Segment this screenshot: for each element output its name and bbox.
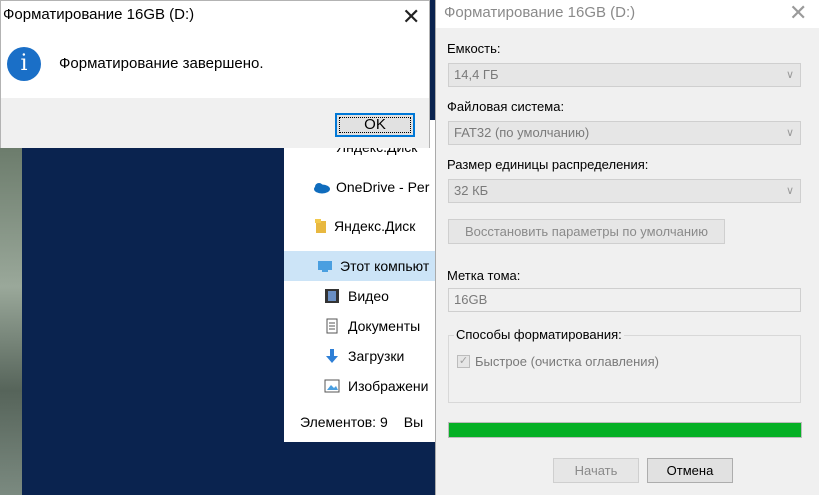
format-complete-dialog: Форматирование 16GB (D:) ✕ i Форматирова… — [0, 0, 430, 148]
pictures-icon — [324, 378, 342, 394]
nav-item-onedrive[interactable]: OneDrive - Per — [284, 172, 436, 202]
capacity-value: 14,4 ГБ — [454, 67, 499, 82]
chevron-down-icon: ∨ — [785, 185, 794, 197]
nav-item-label: Документы — [348, 318, 421, 334]
nav-item-label: Изображени — [348, 378, 429, 394]
file-system-label: Файловая система: — [447, 99, 565, 114]
format-dialog: Форматирование 16GB (D:) ✕ Емкость: 14,4… — [435, 0, 819, 495]
close-icon[interactable]: ✕ — [789, 2, 807, 24]
format-dialog-title: Форматирование 16GB (D:) — [444, 4, 636, 21]
allocation-size-value: 32 КБ — [454, 183, 489, 198]
onedrive-icon — [312, 179, 330, 195]
capacity-select[interactable]: 14,4 ГБ ∨ — [448, 63, 801, 87]
nav-item-pictures[interactable]: Изображени — [284, 371, 436, 401]
volume-label-label: Метка тома: — [447, 268, 521, 283]
video-icon — [324, 288, 342, 304]
this-pc-icon — [316, 258, 334, 274]
cancel-button[interactable]: Отмена — [647, 458, 733, 483]
chevron-down-icon: ∨ — [785, 69, 794, 81]
dialog-message: Форматирование завершено. — [59, 55, 264, 72]
volume-label-field[interactable]: 16GB — [448, 288, 801, 312]
nav-item-this-pc[interactable]: Этот компьют — [284, 251, 436, 281]
file-system-value: FAT32 (по умолчанию) — [454, 125, 590, 140]
nav-item-yandex-disk[interactable]: Яндекс.Диск — [284, 211, 436, 241]
nav-item-label: OneDrive - Per — [336, 179, 430, 195]
nav-item-documents[interactable]: Документы — [284, 311, 436, 341]
explorer-status-bar: Элементов: 9 Вы — [284, 402, 436, 442]
nav-item-label: Этот компьют — [340, 258, 430, 274]
documents-icon — [324, 318, 342, 334]
info-icon: i — [7, 47, 41, 81]
allocation-size-label: Размер единицы распределения: — [447, 157, 649, 172]
nav-item-label: Загрузки — [348, 348, 405, 364]
yandex-disk-folder-icon — [314, 218, 328, 234]
capacity-label: Емкость: — [447, 41, 501, 56]
chevron-down-icon: ∨ — [785, 127, 794, 139]
close-icon[interactable]: ✕ — [402, 6, 420, 28]
start-button[interactable]: Начать — [553, 458, 639, 483]
format-progress-bar — [448, 422, 802, 438]
item-count: Элементов: 9 — [300, 414, 388, 430]
selection-status: Вы — [403, 414, 424, 430]
desktop-wallpaper-strip — [0, 148, 22, 495]
nav-item-label: Видео — [348, 288, 389, 304]
quick-format-label: Быстрое (очистка оглавления) — [475, 354, 659, 369]
downloads-icon — [324, 348, 342, 364]
nav-item-downloads[interactable]: Загрузки — [284, 341, 436, 371]
ok-button[interactable]: OK — [335, 113, 415, 137]
quick-format-checkbox[interactable]: ✓ — [457, 355, 470, 368]
format-options-label: Способы форматирования: — [454, 327, 624, 342]
nav-item-label: Яндекс.Диск — [334, 218, 416, 234]
file-system-select[interactable]: FAT32 (по умолчанию) ∨ — [448, 121, 801, 145]
progress-fill — [449, 423, 801, 437]
dialog-title: Форматирование 16GB (D:) — [3, 6, 195, 23]
nav-item-video[interactable]: Видео — [284, 281, 436, 311]
file-explorer-window: Яндекс.Диск OneDrive - Per Яндекс.Диск Э… — [284, 120, 436, 442]
restore-defaults-button[interactable]: Восстановить параметры по умолчанию — [448, 219, 725, 244]
allocation-size-select[interactable]: 32 КБ ∨ — [448, 179, 801, 203]
format-dialog-titlebar: Форматирование 16GB (D:) ✕ — [436, 0, 819, 28]
format-options-group — [448, 335, 801, 403]
